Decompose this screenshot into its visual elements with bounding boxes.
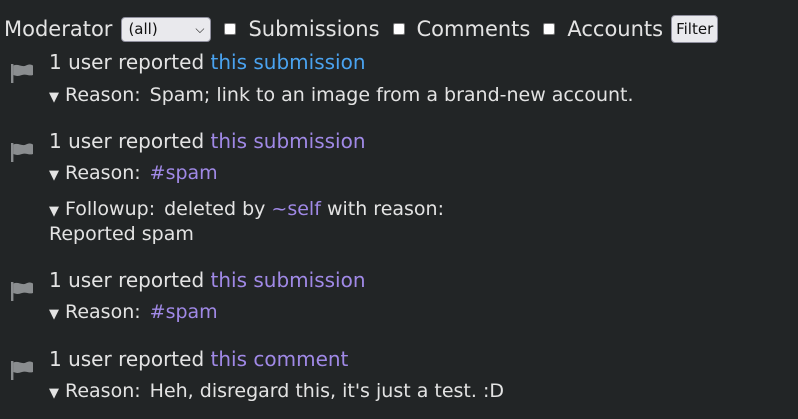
moderator-label: Moderator [4,17,113,41]
report-title: 1 user reported this submission [49,268,366,292]
triangle-down-icon[interactable]: ▼ [49,168,59,183]
report-title: 1 user reported this comment [49,347,348,371]
report-count-text: 1 user reported [49,129,205,153]
reason-label: Reason: [65,380,141,402]
submission-link[interactable]: this submission [211,50,366,74]
flag-icon[interactable] [10,360,34,380]
followup-reason: Reported spam [49,223,194,245]
flag-icon[interactable] [10,63,34,83]
moderator-select[interactable]: (all) ⌵ [121,16,212,42]
submission-link[interactable]: this submission [211,268,366,292]
accounts-checkbox[interactable] [543,23,556,35]
comments-checkbox[interactable] [392,23,405,35]
triangle-down-icon[interactable]: ▼ [49,307,59,322]
report-count-text: 1 user reported [49,50,205,74]
submissions-checkbox[interactable] [224,23,237,35]
reason-label: Reason: [65,301,141,323]
flag-icon[interactable] [10,142,34,162]
followup-suffix: with reason: [326,198,444,220]
followup-prefix: deleted by [164,198,266,220]
report-count-text: 1 user reported [49,268,205,292]
filter-button[interactable]: Filter [671,15,719,43]
moderator-select-value: (all) [128,20,158,38]
moderation-reports-page: Moderator (all) ⌵ Submissions Comments A… [0,0,798,419]
comment-link[interactable]: this comment [211,347,349,371]
reason-label: Reason: [65,84,141,106]
submissions-label[interactable]: Submissions [248,17,379,41]
reason-tag-link[interactable]: #spam [150,301,218,323]
triangle-down-icon[interactable]: ▼ [49,386,59,401]
reason-row: ▼ Reason: #spam [49,301,218,323]
report-title: 1 user reported this submission [49,129,366,153]
report-title: 1 user reported this submission [49,50,366,74]
submission-link[interactable]: this submission [211,129,366,153]
followup-label: Followup: [65,198,156,220]
followup-user-link[interactable]: ~self [271,198,320,220]
triangle-down-icon[interactable]: ▼ [49,204,59,219]
reason-text: Spam; link to an image from a brand-new … [149,84,634,106]
reason-row: ▼ Reason: Heh, disregard this, it's just… [49,380,504,402]
reason-text: Heh, disregard this, it's just a test. :… [149,380,504,402]
filter-bar: Moderator (all) ⌵ Submissions Comments A… [4,14,719,44]
reason-label: Reason: [65,162,141,184]
chevron-down-icon: ⌵ [195,21,205,36]
reason-tag-link[interactable]: #spam [150,162,218,184]
flag-icon[interactable] [10,281,34,301]
followup-row: ▼ Followup: deleted by ~self with reason… [49,198,444,220]
reason-row: ▼ Reason: #spam [49,162,218,184]
reason-row: ▼ Reason: Spam; link to an image from a … [49,84,634,106]
triangle-down-icon[interactable]: ▼ [49,90,59,105]
comments-label[interactable]: Comments [417,17,531,41]
accounts-label[interactable]: Accounts [567,17,663,41]
report-count-text: 1 user reported [49,347,205,371]
